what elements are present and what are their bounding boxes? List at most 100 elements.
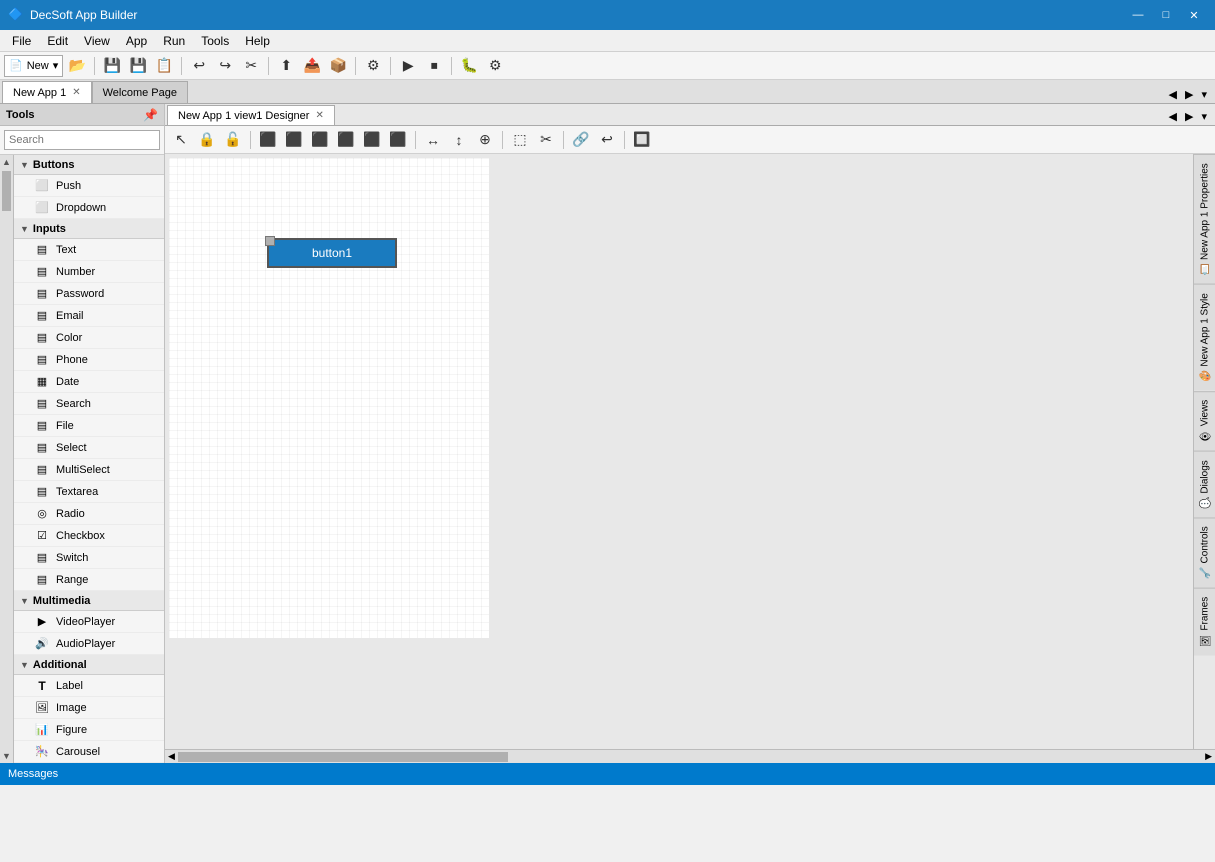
designer-tab-nav-left[interactable]: ◀	[1165, 108, 1181, 125]
category-multimedia[interactable]: ▼ Multimedia	[14, 591, 164, 611]
category-additional[interactable]: ▼ Additional	[14, 655, 164, 675]
export-button[interactable]: ⬆	[274, 55, 298, 77]
tool-email[interactable]: ▤ Email	[14, 305, 164, 327]
tool-phone[interactable]: ▤ Phone	[14, 349, 164, 371]
maximize-button[interactable]: □	[1153, 5, 1179, 25]
play-button[interactable]: ▶	[396, 55, 420, 77]
tab-nav-left[interactable]: ◀	[1165, 86, 1181, 103]
new-dropdown[interactable]: 📄 New ▾	[4, 55, 63, 77]
vscroll-up[interactable]: ▲	[0, 155, 13, 169]
tool-color[interactable]: ▤ Color	[14, 327, 164, 349]
right-panel-style[interactable]: 🎨 New App 1 Style	[1194, 284, 1215, 391]
lock-button[interactable]: 🔒	[195, 129, 219, 151]
build-button[interactable]: ⚙	[483, 55, 507, 77]
publish-button[interactable]: 📦	[326, 55, 350, 77]
dist-h-button[interactable]: ⬚	[508, 129, 532, 151]
menu-app[interactable]: App	[118, 32, 155, 50]
menu-view[interactable]: View	[76, 32, 118, 50]
height-button[interactable]: ↕	[447, 129, 471, 151]
redo-button[interactable]: ↪	[213, 55, 237, 77]
tab-nav-right[interactable]: ▶	[1181, 86, 1197, 103]
tool-switch[interactable]: ▤ Switch	[14, 547, 164, 569]
minimize-button[interactable]: —	[1125, 5, 1151, 25]
align-left-button[interactable]: ⬛	[256, 129, 280, 151]
tool-dropdown[interactable]: ⬜ Dropdown	[14, 197, 164, 219]
designer-tab-view1[interactable]: New App 1 view1 Designer ✕	[167, 105, 335, 125]
align-middle-button[interactable]: ⬛	[360, 129, 384, 151]
tool-range[interactable]: ▤ Range	[14, 569, 164, 591]
properties-button[interactable]: 🔲	[630, 129, 654, 151]
tool-textarea[interactable]: ▤ Textarea	[14, 481, 164, 503]
hscroll-left-btn[interactable]: ◀	[165, 751, 178, 762]
align-center-button[interactable]: ⬛	[282, 129, 306, 151]
vscroll-thumb[interactable]	[2, 171, 11, 211]
right-panel-frames[interactable]: 🖼 Frames	[1194, 588, 1215, 656]
tool-push[interactable]: ⬜ Push	[14, 175, 164, 197]
tool-select[interactable]: ▤ Select	[14, 437, 164, 459]
tool-audioplayer[interactable]: 🔊 AudioPlayer	[14, 633, 164, 655]
unlock-button[interactable]: 🔓	[221, 129, 245, 151]
canvas-wrapper[interactable]: button1	[165, 154, 1193, 749]
stop-button[interactable]: ⏹	[422, 55, 446, 77]
tab-new-app-1[interactable]: New App 1 ✕	[2, 81, 92, 103]
close-button[interactable]: ✕	[1181, 5, 1207, 25]
right-panel-dialogs[interactable]: 💬 Dialogs	[1194, 451, 1215, 518]
tool-number[interactable]: ▤ Number	[14, 261, 164, 283]
number-icon: ▤	[34, 264, 50, 280]
pin-icon[interactable]: 📌	[143, 108, 158, 122]
designer-tab-close[interactable]: ✕	[315, 110, 323, 121]
tool-carousel[interactable]: 🎠 Carousel	[14, 741, 164, 763]
cut-button[interactable]: ✂	[239, 55, 263, 77]
tool-label[interactable]: T Label	[14, 675, 164, 697]
search-input[interactable]	[4, 130, 160, 150]
align-top-button[interactable]: ⬛	[334, 129, 358, 151]
dist-v-button[interactable]: ✂	[534, 129, 558, 151]
tool-multiselect[interactable]: ▤ MultiSelect	[14, 459, 164, 481]
open-button[interactable]: 📂	[65, 55, 89, 77]
settings-button[interactable]: ⚙	[361, 55, 385, 77]
tool-radio[interactable]: ◎ Radio	[14, 503, 164, 525]
designer-tab-nav-right[interactable]: ▶	[1181, 108, 1197, 125]
save-all-button[interactable]: 💾	[126, 55, 150, 77]
vscroll-down[interactable]: ▼	[0, 749, 13, 763]
tool-videoplayer[interactable]: ▶ VideoPlayer	[14, 611, 164, 633]
category-buttons[interactable]: ▼ Buttons	[14, 155, 164, 175]
import-button[interactable]: 📤	[300, 55, 324, 77]
tab-nav-menu[interactable]: ▾	[1197, 86, 1211, 103]
both-button[interactable]: ⊕	[473, 129, 497, 151]
designer-tab-nav-menu[interactable]: ▾	[1197, 108, 1211, 125]
tool-checkbox[interactable]: ☑ Checkbox	[14, 525, 164, 547]
ungroup-button[interactable]: ↩	[595, 129, 619, 151]
right-panel-properties[interactable]: 📋 New App 1 Properties	[1194, 154, 1215, 284]
tab-new-app-1-close[interactable]: ✕	[72, 87, 80, 98]
tool-image[interactable]: 🖼 Image	[14, 697, 164, 719]
canvas-button-1[interactable]: button1	[267, 238, 397, 268]
menu-tools[interactable]: Tools	[193, 32, 237, 50]
category-inputs[interactable]: ▼ Inputs	[14, 219, 164, 239]
tool-file[interactable]: ▤ File	[14, 415, 164, 437]
right-panel-controls[interactable]: 🔧 Controls	[1194, 517, 1215, 587]
menu-edit[interactable]: Edit	[39, 32, 76, 50]
debug-button[interactable]: 🐛	[457, 55, 481, 77]
tool-password[interactable]: ▤ Password	[14, 283, 164, 305]
menu-file[interactable]: File	[4, 32, 39, 50]
hscroll-right-btn[interactable]: ▶	[1202, 751, 1215, 762]
width-button[interactable]: ↔	[421, 129, 445, 151]
select-tool-button[interactable]: ↖	[169, 129, 193, 151]
save-as-button[interactable]: 📋	[152, 55, 176, 77]
tool-text[interactable]: ▤ Text	[14, 239, 164, 261]
hscroll-thumb[interactable]	[178, 752, 508, 762]
align-bottom-button[interactable]: ⬛	[386, 129, 410, 151]
right-panel-views[interactable]: 👁 Views	[1194, 391, 1215, 451]
undo-button[interactable]: ↩	[187, 55, 211, 77]
tool-date[interactable]: ▦ Date	[14, 371, 164, 393]
tool-search[interactable]: ▤ Search	[14, 393, 164, 415]
group-button[interactable]: 🔗	[569, 129, 593, 151]
tools-vscroll[interactable]: ▲ ▼	[0, 155, 14, 763]
menu-run[interactable]: Run	[155, 32, 193, 50]
tab-welcome-page[interactable]: Welcome Page	[92, 81, 188, 103]
tool-figure[interactable]: 📊 Figure	[14, 719, 164, 741]
save-button[interactable]: 💾	[100, 55, 124, 77]
menu-help[interactable]: Help	[237, 32, 278, 50]
align-right-button[interactable]: ⬛	[308, 129, 332, 151]
